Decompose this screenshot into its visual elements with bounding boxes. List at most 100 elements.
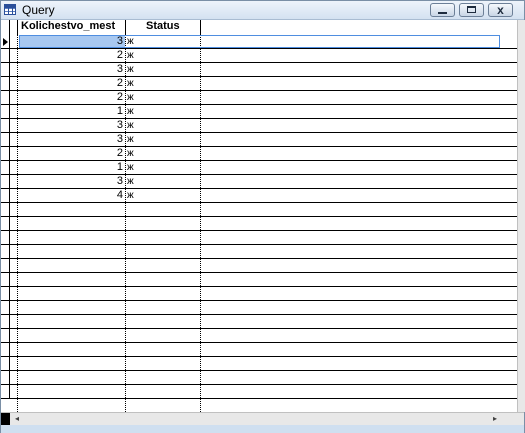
cell-status[interactable]: ж [127,63,199,76]
row-selector[interactable] [1,315,10,328]
cell-status[interactable]: ж [127,119,199,132]
row-selector[interactable] [1,287,10,300]
cell-kolichestvo-mest[interactable]: 2 [19,147,124,160]
horizontal-scrollbar[interactable]: ◂ ▸ [1,412,524,425]
row-selector[interactable] [1,259,10,272]
row-selector[interactable] [1,147,10,160]
cell-kolichestvo-mest[interactable]: 2 [19,91,124,104]
column-header-status[interactable]: Status [146,20,196,35]
row-selector[interactable] [1,189,10,202]
cell-status[interactable]: ж [127,91,199,104]
cell-kolichestvo-mest[interactable]: 1 [19,161,124,174]
maximize-button[interactable] [459,3,484,17]
table-row[interactable] [1,385,517,399]
table-row[interactable]: 2ж [1,49,517,63]
table-row[interactable] [1,357,517,371]
cell-status[interactable]: ж [127,175,199,188]
row-selector[interactable] [1,91,10,104]
scroll-left-icon[interactable]: ◂ [11,413,23,425]
window-title: Query [22,3,55,17]
row-selector[interactable] [1,217,10,230]
row-selector[interactable] [1,175,10,188]
row-selector[interactable] [1,329,10,342]
scroll-right-icon[interactable]: ▸ [489,413,501,425]
cell-kolichestvo-mest[interactable]: 3 [19,63,124,76]
row-selector[interactable] [1,245,10,258]
table-row[interactable] [1,371,517,385]
table-row[interactable] [1,343,517,357]
cell-status[interactable]: ж [127,105,199,118]
row-selector[interactable] [1,231,10,244]
select-all-corner[interactable] [1,20,10,35]
row-selector[interactable] [1,301,10,314]
table-row[interactable] [1,245,517,259]
cell-status[interactable]: ж [127,189,199,202]
maximize-icon [467,6,476,13]
row-selector[interactable] [1,105,10,118]
close-icon: x [497,3,504,17]
grid-vertical-line [17,20,19,412]
table-row[interactable] [1,231,517,245]
datasheet-grid[interactable]: Kolichestvo_mest Status 3ж2ж3ж2ж2ж1ж3ж3ж… [1,20,517,412]
table-row[interactable]: 1ж [1,105,517,119]
cell-kolichestvo-mest[interactable]: 1 [19,105,124,118]
cell-kolichestvo-mest[interactable]: 4 [19,189,124,202]
table-row[interactable] [1,287,517,301]
row-selector[interactable] [1,357,10,370]
row-selector[interactable] [1,49,10,62]
cell-kolichestvo-mest[interactable]: 3 [19,35,124,48]
column-header-kolichestvo-mest[interactable]: Kolichestvo_mest [21,20,124,35]
table-row[interactable]: 3ж [1,175,517,189]
table-row[interactable]: 2ж [1,147,517,161]
row-selector[interactable] [1,343,10,356]
cell-kolichestvo-mest[interactable]: 3 [19,133,124,146]
row-selector[interactable] [1,35,10,48]
row-selector[interactable] [1,63,10,76]
table-row[interactable]: 1ж [1,161,517,175]
table-row[interactable]: 2ж [1,77,517,91]
cell-kolichestvo-mest[interactable]: 3 [19,175,124,188]
row-selector[interactable] [1,119,10,132]
row-selector[interactable] [1,385,10,398]
cell-status[interactable]: ж [127,133,199,146]
table-row[interactable]: 3ж [1,63,517,77]
window-bottom-border [1,425,524,433]
table-row[interactable] [1,259,517,273]
close-button[interactable]: x [488,3,513,17]
query-window: Query x Kolichestvo_mest Status 3ж2ж3ж2ж… [0,0,525,433]
current-record-pointer-icon [3,38,8,46]
table-row[interactable]: 3ж [1,133,517,147]
table-row[interactable] [1,217,517,231]
cell-status[interactable]: ж [127,161,199,174]
table-row[interactable] [1,203,517,217]
table-row[interactable]: 3ж [1,35,517,49]
size-grip[interactable] [509,413,523,425]
table-row[interactable] [1,301,517,315]
grid-rows: 3ж2ж3ж2ж2ж1ж3ж3ж2ж1ж3ж4ж [1,35,517,412]
table-row[interactable]: 3ж [1,119,517,133]
row-selector[interactable] [1,273,10,286]
cell-status[interactable]: ж [127,35,199,48]
grid-vertical-line [200,20,202,412]
cell-kolichestvo-mest[interactable]: 3 [19,119,124,132]
record-selector-box[interactable] [1,413,10,425]
row-selector[interactable] [1,203,10,216]
cell-status[interactable]: ж [127,77,199,90]
vertical-scrollbar[interactable] [517,20,525,412]
table-row[interactable] [1,315,517,329]
minimize-button[interactable] [430,3,455,17]
row-selector[interactable] [1,77,10,90]
title-bar[interactable]: Query x [1,1,524,20]
cell-status[interactable]: ж [127,147,199,160]
cell-status[interactable]: ж [127,49,199,62]
cell-kolichestvo-mest[interactable]: 2 [19,49,124,62]
row-selector[interactable] [1,133,10,146]
row-selector[interactable] [1,371,10,384]
table-row[interactable]: 4ж [1,189,517,203]
cell-kolichestvo-mest[interactable]: 2 [19,77,124,90]
minimize-icon [438,12,447,14]
table-row[interactable] [1,273,517,287]
table-row[interactable] [1,329,517,343]
row-selector[interactable] [1,161,10,174]
table-row[interactable]: 2ж [1,91,517,105]
